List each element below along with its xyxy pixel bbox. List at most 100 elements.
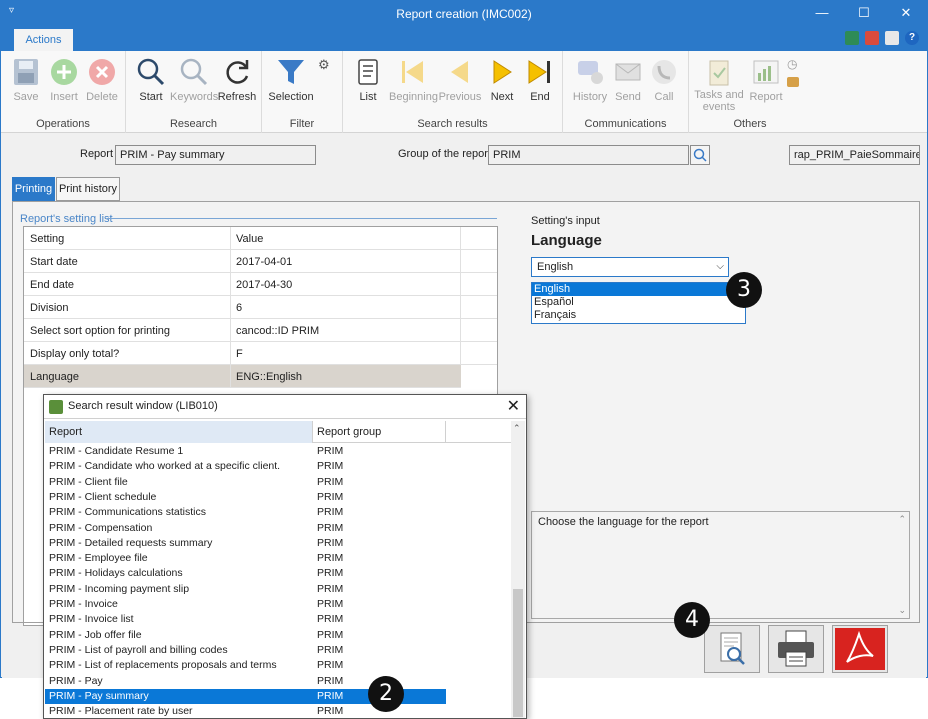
- column-header-setting: Setting: [30, 233, 65, 245]
- tab-actions[interactable]: Actions: [14, 29, 73, 51]
- delete-button[interactable]: Delete: [79, 57, 125, 103]
- option-english[interactable]: English: [532, 283, 745, 296]
- group-label-search-results: Search results: [417, 118, 488, 130]
- next-icon: [493, 60, 512, 84]
- beginning-button[interactable]: Beginning: [389, 57, 438, 103]
- callout-2: 2: [368, 676, 404, 712]
- report-name: PRIM - Holidays calculations: [49, 567, 183, 580]
- tab-printing[interactable]: Printing: [12, 177, 55, 201]
- setting-heading: Language: [531, 232, 602, 249]
- column-header-report[interactable]: Report: [45, 421, 312, 443]
- calculator-icon[interactable]: [845, 31, 859, 45]
- settings-row[interactable]: End date 2017-04-30: [24, 273, 497, 296]
- popup-scrollbar[interactable]: ⌃: [511, 421, 525, 718]
- save-icon: [14, 59, 38, 85]
- refresh-button[interactable]: Refresh: [214, 57, 260, 103]
- envelope-icon: [615, 63, 641, 81]
- report-row[interactable]: PRIM - Client schedule PRIM: [45, 490, 446, 505]
- report-row[interactable]: PRIM - Job offer file PRIM: [45, 628, 446, 643]
- group-of-report-field[interactable]: PRIM: [488, 145, 689, 165]
- scroll-thumb[interactable]: [513, 589, 523, 717]
- report-group: PRIM: [317, 536, 344, 549]
- group-label-operations: Operations: [36, 118, 90, 130]
- report-name: PRIM - Detailed requests summary: [49, 536, 213, 549]
- callout-3: 3: [726, 272, 762, 308]
- list-button[interactable]: List: [345, 57, 391, 103]
- settings-row[interactable]: Select sort option for printing cancod::I…: [24, 319, 497, 342]
- report-name: PRIM - List of replacements proposals an…: [49, 659, 277, 672]
- column-header-report-group[interactable]: Report group: [312, 421, 444, 443]
- report-group: PRIM: [317, 567, 344, 580]
- option-espanol[interactable]: Español: [532, 296, 745, 309]
- report-group: PRIM: [317, 445, 344, 457]
- setting-description: Choose the language for the report ⌃ ⌄: [531, 511, 910, 619]
- report-name: PRIM - Client schedule: [49, 490, 157, 503]
- legend-line: [107, 218, 497, 219]
- end-button[interactable]: End: [517, 57, 563, 103]
- report-row[interactable]: PRIM - List of replacements proposals an…: [45, 658, 446, 673]
- ribbon: Save Insert Delete Operations Start Keyw…: [1, 51, 927, 133]
- report-row[interactable]: PRIM - List of payroll and billing codes…: [45, 643, 446, 658]
- report-group: PRIM: [317, 598, 344, 610]
- magnifier-icon: [137, 58, 165, 86]
- report-name: PRIM - Job offer file: [49, 628, 142, 641]
- print-icon[interactable]: [885, 31, 899, 45]
- report-file-field[interactable]: rap_PRIM_PaieSommaire.re: [789, 145, 920, 165]
- settings-legend: Report's setting list: [20, 213, 113, 225]
- selection-button[interactable]: Selection: [264, 57, 318, 103]
- report-row[interactable]: PRIM - Invoice list PRIM: [45, 612, 446, 627]
- group-label-others: Others: [733, 118, 767, 130]
- report-row[interactable]: PRIM - Communications statistics PRIM: [45, 505, 446, 520]
- popup-close-icon[interactable]: ✕: [507, 396, 520, 416]
- settings-row[interactable]: Division 6: [24, 296, 497, 319]
- help-icon[interactable]: ?: [905, 31, 919, 45]
- option-francais[interactable]: Français: [532, 309, 745, 322]
- tab-print-history[interactable]: Print history: [56, 177, 120, 201]
- group-operations: Save Insert Delete Operations: [1, 51, 126, 133]
- report-button[interactable]: Report: [743, 57, 789, 103]
- report-group: PRIM: [317, 689, 344, 702]
- tasks-and-events-button[interactable]: Tasks and events: [693, 57, 745, 113]
- start-button[interactable]: Start: [128, 57, 174, 103]
- history-icon: [578, 61, 603, 84]
- group-label-research: Research: [169, 118, 218, 130]
- close-button[interactable]: ✕: [891, 3, 921, 23]
- report-row[interactable]: PRIM - Candidate who worked at a specifi…: [45, 459, 446, 474]
- report-group: PRIM: [317, 643, 344, 656]
- popup-header-row: Report Report group: [45, 421, 511, 443]
- title-bar: ▿ Report creation (IMC002) — ☐ ✕: [1, 1, 927, 27]
- print-button[interactable]: [768, 625, 824, 673]
- clock-icon[interactable]: ◷: [787, 57, 797, 71]
- keywords-button[interactable]: Keywords: [170, 57, 218, 103]
- inbox-icon[interactable]: [787, 77, 799, 87]
- minimize-button[interactable]: —: [807, 3, 837, 23]
- maximize-button[interactable]: ☐: [849, 3, 879, 23]
- report-name: PRIM - Communications statistics: [49, 506, 206, 519]
- preview-button[interactable]: [704, 625, 760, 673]
- settings-row[interactable]: Start date 2017-04-01: [24, 250, 497, 273]
- scroll-up-icon[interactable]: ⌃: [513, 423, 521, 434]
- report-row[interactable]: PRIM - Candidate Resume 1 PRIM: [45, 444, 446, 459]
- report-row[interactable]: PRIM - Employee file PRIM: [45, 551, 446, 566]
- window-title: Report creation (IMC002): [396, 7, 532, 21]
- report-field[interactable]: PRIM - Pay summary: [115, 145, 316, 165]
- report-row[interactable]: PRIM - Incoming payment slip PRIM: [45, 582, 446, 597]
- group-search-button[interactable]: [690, 145, 710, 165]
- report-group: PRIM: [317, 659, 344, 672]
- report-row[interactable]: PRIM - Client file PRIM: [45, 475, 446, 490]
- settings-row-selected[interactable]: Language ENG::English: [24, 365, 461, 388]
- report-row[interactable]: PRIM - Holidays calculations PRIM: [45, 566, 446, 581]
- report-row[interactable]: PRIM - Detailed requests summary PRIM: [45, 536, 446, 551]
- report-row[interactable]: PRIM - Invoice PRIM: [45, 597, 446, 612]
- call-button[interactable]: Call: [641, 57, 687, 103]
- language-select[interactable]: English ⌵: [531, 257, 729, 277]
- group-research: Start Keywords Refresh Research: [126, 51, 262, 133]
- search-result-window: Search result window (LIB010) ✕ Report R…: [43, 394, 527, 719]
- pdf-export-button[interactable]: [832, 625, 888, 673]
- calendar-icon[interactable]: [865, 31, 879, 45]
- report-group: PRIM: [317, 475, 344, 488]
- report-row[interactable]: PRIM - Compensation PRIM: [45, 521, 446, 536]
- settings-row[interactable]: Display only total? F: [24, 342, 497, 365]
- filter-settings-gear-icon[interactable]: ⚙: [318, 57, 330, 73]
- previous-button[interactable]: Previous: [437, 57, 483, 103]
